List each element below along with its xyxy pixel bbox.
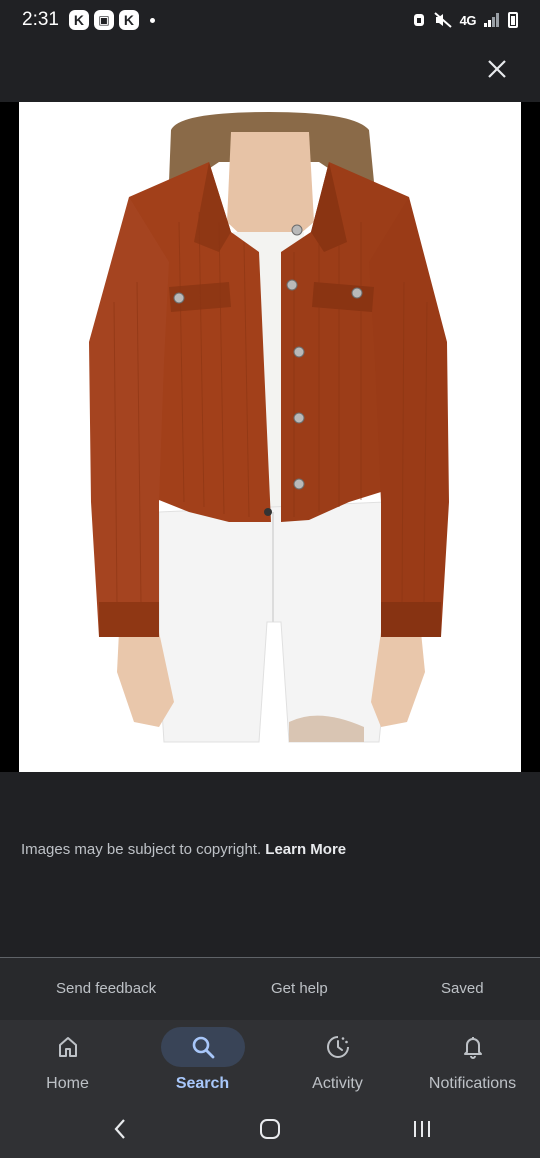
status-time: 2:31 <box>22 9 59 30</box>
back-button[interactable] <box>100 1114 140 1144</box>
nav-activity[interactable]: Activity <box>270 1020 405 1100</box>
footer-links: Send feedback Get help Saved <box>0 958 540 1020</box>
copyright-text: Images may be subject to copyright. <box>21 841 262 858</box>
image-viewer <box>0 102 540 772</box>
nav-home-pill <box>26 1027 110 1067</box>
nav-activity-pill <box>296 1027 380 1067</box>
notification-icons: K ▣ K <box>68 10 155 30</box>
mute-icon <box>433 12 452 28</box>
close-button[interactable] <box>482 54 512 84</box>
more-notifications-dot <box>149 17 155 23</box>
nav-notifications-pill <box>431 1027 515 1067</box>
search-icon <box>192 1036 214 1059</box>
get-help-link[interactable]: Get help <box>271 980 328 997</box>
nav-home[interactable]: Home <box>0 1020 135 1100</box>
home-system-button[interactable] <box>250 1114 290 1144</box>
viewer-top-bar <box>0 40 540 102</box>
system-navigation-bar <box>0 1100 540 1158</box>
status-right: 4G <box>412 12 518 28</box>
nav-search-pill <box>160 1027 245 1067</box>
send-feedback-link[interactable]: Send feedback <box>56 980 156 997</box>
alarm-icon <box>413 14 424 26</box>
learn-more-link[interactable]: Learn More <box>265 841 346 858</box>
close-icon <box>488 60 506 78</box>
status-bar: 2:31 K ▣ K 4G <box>0 0 540 40</box>
nav-activity-label: Activity <box>312 1075 363 1092</box>
nav-home-label: Home <box>46 1075 89 1092</box>
signal-icon <box>484 13 499 27</box>
copyright-notice: Images may be subject to copyright. Lear… <box>21 841 346 858</box>
bottom-navigation: Home Search Activity Notifications <box>0 1020 540 1100</box>
app-k-icon: K <box>68 10 89 30</box>
saved-link[interactable]: Saved <box>441 980 484 997</box>
gallery-icon: ▣ <box>93 10 114 30</box>
battery-icon <box>508 12 518 28</box>
network-type: 4G <box>459 12 477 28</box>
nav-search[interactable]: Search <box>135 1020 270 1100</box>
recents-icon <box>414 1121 430 1137</box>
back-icon <box>114 1119 125 1139</box>
jacket-illustration <box>89 112 449 743</box>
activity-icon <box>326 1036 349 1058</box>
home-icon <box>58 1037 77 1057</box>
bell-icon <box>463 1037 482 1059</box>
nav-search-label: Search <box>175 1075 230 1092</box>
screen: 2:31 K ▣ K 4G Images may be subject to c… <box>0 0 540 1158</box>
product-image[interactable] <box>19 102 521 772</box>
app-k-icon-2: K <box>118 10 139 30</box>
home-square-icon <box>260 1119 280 1139</box>
nav-notifications-label: Notifications <box>428 1075 517 1092</box>
nav-notifications[interactable]: Notifications <box>405 1020 540 1100</box>
recents-button[interactable] <box>402 1114 442 1144</box>
